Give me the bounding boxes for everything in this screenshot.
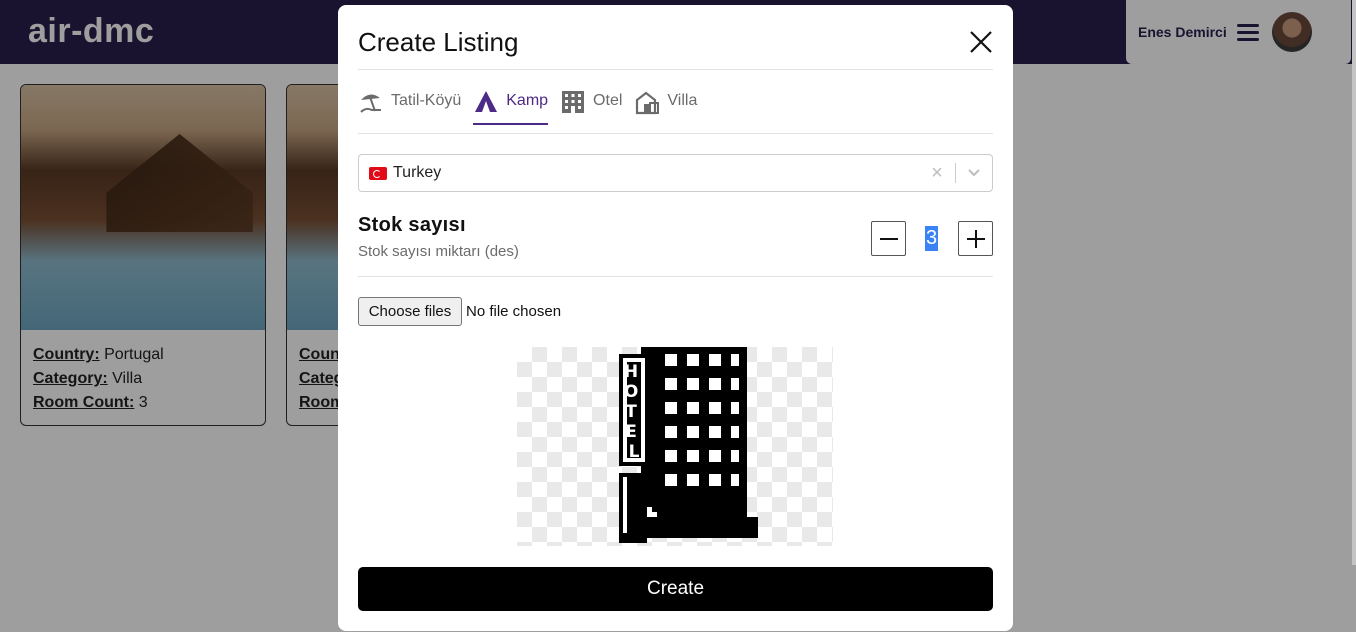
chevron-down-icon[interactable] <box>956 168 992 178</box>
image-preview: H O T E L <box>517 347 833 546</box>
tab-label: Kamp <box>506 92 549 109</box>
plus-icon <box>966 229 985 248</box>
minus-icon <box>879 237 898 240</box>
create-button[interactable]: Create <box>358 567 993 611</box>
tent-icon <box>475 91 498 112</box>
tab-label: Tatil-Köyü <box>391 92 462 109</box>
country-select-label: Turkey <box>393 164 442 181</box>
hotel-building-image: H O T E L <box>619 347 758 543</box>
decrement-button[interactable] <box>871 221 906 256</box>
choose-files-button[interactable]: Choose files <box>358 297 462 326</box>
clear-icon[interactable]: × <box>919 162 955 185</box>
tab-otel[interactable]: Otel <box>560 89 622 125</box>
tab-label: Villa <box>667 92 698 109</box>
tab-tatil-koyu[interactable]: Tatil-Köyü <box>358 89 461 125</box>
page-scrollbar[interactable] <box>1352 0 1356 565</box>
close-icon[interactable] <box>966 27 996 57</box>
tab-kamp[interactable]: Kamp <box>473 89 549 125</box>
file-status: No file chosen <box>466 303 562 320</box>
increment-button[interactable] <box>958 221 993 256</box>
stock-value[interactable]: 3 <box>925 226 938 251</box>
tab-label: Otel <box>593 92 623 109</box>
create-listing-modal: Create Listing Tatil-Köyü Kamp Otel Vill… <box>338 5 1013 631</box>
beach-umbrella-icon <box>360 94 381 113</box>
category-tabs: Tatil-Köyü Kamp Otel Villa <box>358 89 697 125</box>
modal-title: Create Listing <box>358 27 519 57</box>
house-icon <box>636 91 660 115</box>
country-select[interactable]: Turkey × <box>358 154 993 192</box>
building-icon <box>562 91 585 113</box>
country-select-value[interactable]: Turkey <box>359 164 919 182</box>
divider <box>358 69 993 70</box>
tab-villa[interactable]: Villa <box>634 89 697 125</box>
divider <box>358 133 993 134</box>
turkey-flag-icon <box>369 166 387 180</box>
divider <box>358 276 993 277</box>
stock-title: Stok sayısı <box>358 214 466 236</box>
stock-subtitle: Stok sayısı miktarı (des) <box>358 243 519 260</box>
